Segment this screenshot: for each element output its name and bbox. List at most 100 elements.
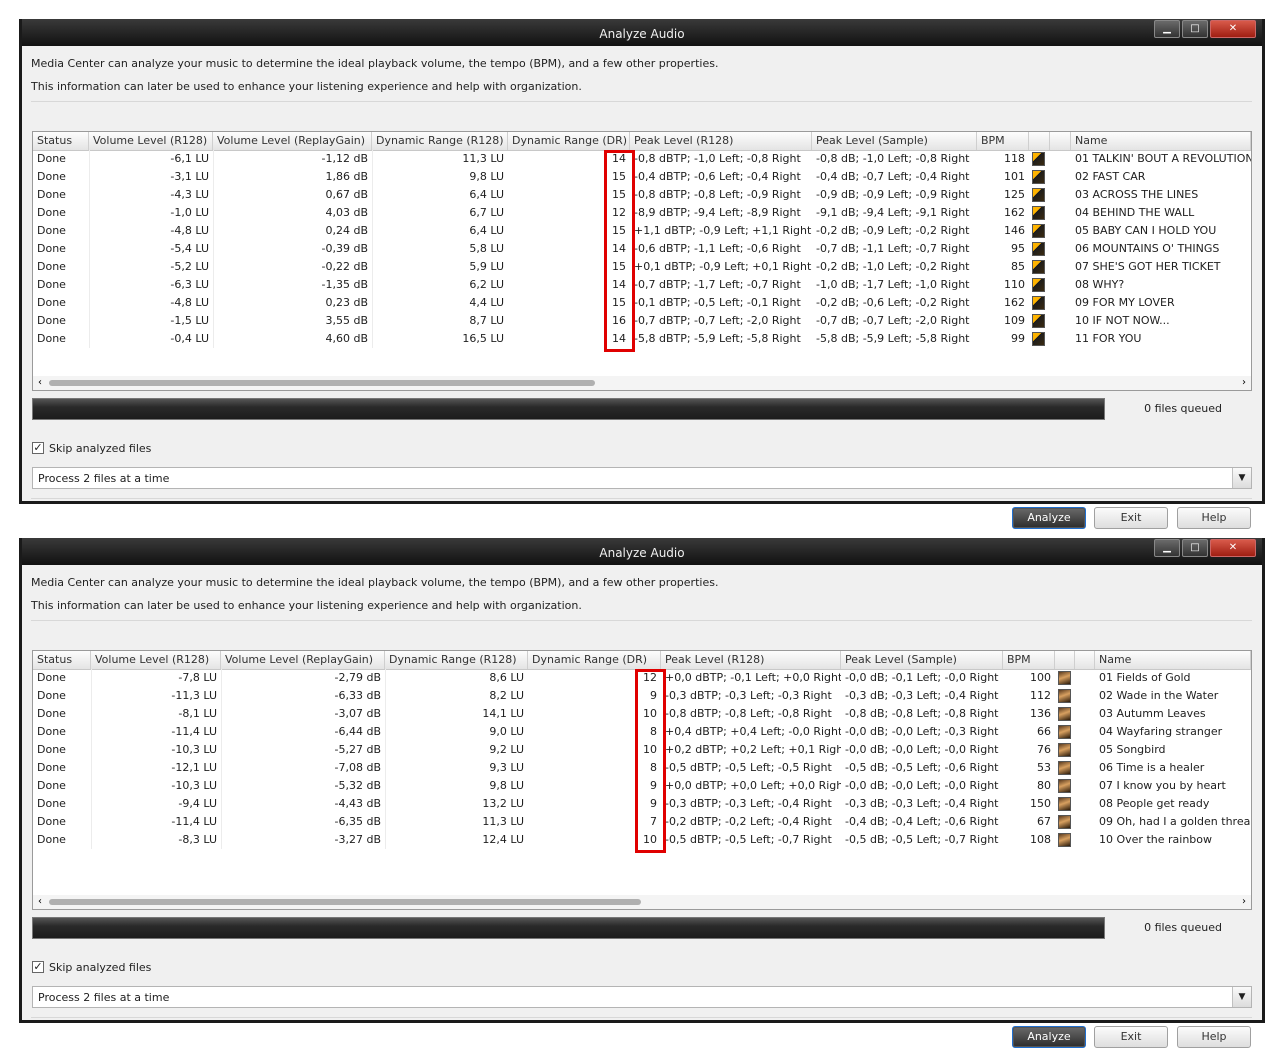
cell-volume-r128: -11,4 LU	[171, 815, 217, 828]
cell-volume-r128: -1,5 LU	[170, 314, 209, 327]
results-grid[interactable]: Status Volume Level (R128) Volume Level …	[32, 650, 1252, 910]
table-row[interactable]: Done -1,5 LU 3,55 dB 8,7 LU 16 -0,7 dBTP; -0,…	[33, 312, 1251, 330]
table-row[interactable]: Done -5,2 LU -0,22 dB 5,9 LU 15 +0,1 dBTP; -0…	[33, 258, 1251, 276]
exit-button[interactable]: Exit	[1094, 1026, 1168, 1048]
table-row[interactable]: Done -8,3 LU -3,27 dB 12,4 LU 10 -0,5 dBTP; -…	[33, 831, 1251, 849]
scroll-left-arrow[interactable]: ‹	[33, 895, 47, 909]
skip-analyzed-checkbox[interactable]: ✓	[32, 442, 44, 454]
table-row[interactable]: Done -0,4 LU 4,60 dB 16,5 LU 14 -5,8 dBTP; -5…	[33, 330, 1251, 348]
header-cover-art[interactable]	[1055, 651, 1075, 669]
exit-button[interactable]: Exit	[1094, 507, 1168, 529]
cell-name: 10 Over the rainbow	[1099, 833, 1212, 846]
album-art-icon	[1058, 725, 1071, 739]
header-peak-r128[interactable]: Peak Level (R128)	[630, 132, 812, 150]
cell-status: Done	[37, 725, 66, 738]
album-art-icon	[1032, 188, 1045, 202]
cell-name: 10 IF NOT NOW...	[1075, 314, 1170, 327]
cell-bpm: 66	[1037, 725, 1051, 738]
album-art-icon	[1032, 206, 1045, 220]
table-row[interactable]: Done -9,4 LU -4,43 dB 13,2 LU 9 -0,3 dBTP; -0…	[33, 795, 1251, 813]
cell-name: 01 TALKIN' BOUT A REVOLUTION	[1075, 152, 1251, 165]
cell-peak-sample: -0,5 dB; -0,5 Left; -0,6 Right	[845, 761, 999, 774]
minimize-button[interactable]: ▁	[1154, 539, 1180, 557]
table-row[interactable]: Done -4,8 LU 0,23 dB 4,4 LU 15 -0,1 dBTP; -0,…	[33, 294, 1251, 312]
table-row[interactable]: Done -10,3 LU -5,27 dB 9,2 LU 10 +0,2 dBTP; +…	[33, 741, 1251, 759]
close-button[interactable]: ✕	[1210, 20, 1256, 38]
analyze-button[interactable]: Analyze	[1012, 507, 1086, 529]
table-row[interactable]: Done -11,4 LU -6,35 dB 11,3 LU 7 -0,2 dBTP; -…	[33, 813, 1251, 831]
header-dynamic-range-r128[interactable]: Dynamic Range (R128)	[372, 132, 508, 150]
cell-volume-r128: -5,2 LU	[170, 260, 209, 273]
title-bar[interactable]: Analyze Audio ▁ □ ✕	[22, 538, 1262, 565]
process-files-select[interactable]: Process 2 files at a time ▼	[32, 467, 1252, 489]
scroll-right-arrow[interactable]: ›	[1237, 376, 1251, 390]
chevron-down-icon[interactable]: ▼	[1232, 987, 1251, 1007]
cell-peak-sample: -0,7 dB; -0,7 Left; -2,0 Right	[816, 314, 970, 327]
cell-status: Done	[37, 188, 66, 201]
header-volume-replaygain[interactable]: Volume Level (ReplayGain)	[213, 132, 372, 150]
maximize-button[interactable]: □	[1182, 539, 1208, 557]
header-peak-sample[interactable]: Peak Level (Sample)	[812, 132, 977, 150]
table-row[interactable]: Done -4,8 LU 0,24 dB 6,4 LU 15 +1,1 dBTP; -0,…	[33, 222, 1251, 240]
cell-dynamic-range-r128: 14,1 LU	[482, 707, 524, 720]
header-dynamic-range-r128[interactable]: Dynamic Range (R128)	[385, 651, 528, 669]
minimize-button[interactable]: ▁	[1154, 20, 1180, 38]
horizontal-scrollbar[interactable]: ‹ ›	[33, 376, 1251, 390]
title-bar[interactable]: Analyze Audio ▁ □ ✕	[22, 19, 1262, 46]
table-row[interactable]: Done -10,3 LU -5,32 dB 9,8 LU 9 +0,0 dBTP; +0…	[33, 777, 1251, 795]
cell-volume-r128: -1,0 LU	[170, 206, 209, 219]
cell-status: Done	[37, 278, 66, 291]
header-blank[interactable]	[1075, 651, 1095, 669]
header-bpm[interactable]: BPM	[977, 132, 1029, 150]
close-button[interactable]: ✕	[1210, 539, 1256, 557]
results-grid[interactable]: Status Volume Level (R128) Volume Level …	[32, 131, 1252, 391]
header-blank[interactable]	[1050, 132, 1071, 150]
table-row[interactable]: Done -6,1 LU -1,12 dB 11,3 LU 14 -0,8 dBTP; -…	[33, 150, 1251, 168]
maximize-button[interactable]: □	[1182, 20, 1208, 38]
analyze-button[interactable]: Analyze	[1012, 1026, 1086, 1048]
skip-analyzed-label[interactable]: Skip analyzed files	[49, 442, 151, 455]
header-dynamic-range-dr[interactable]: Dynamic Range (DR)	[508, 132, 630, 150]
header-status[interactable]: Status	[33, 132, 89, 150]
scroll-right-arrow[interactable]: ›	[1237, 895, 1251, 909]
scroll-left-arrow[interactable]: ‹	[33, 376, 47, 390]
process-files-select[interactable]: Process 2 files at a time ▼	[32, 986, 1252, 1008]
table-row[interactable]: Done -11,4 LU -6,44 dB 9,0 LU 8 +0,4 dBTP; +0…	[33, 723, 1251, 741]
header-volume-replaygain[interactable]: Volume Level (ReplayGain)	[221, 651, 385, 669]
help-button[interactable]: Help	[1177, 507, 1251, 529]
header-bpm[interactable]: BPM	[1003, 651, 1055, 669]
cell-peak-r128: -0,5 dBTP; -0,5 Left; -0,7 Right	[665, 833, 832, 846]
cell-dynamic-range-r128: 9,8 LU	[469, 170, 504, 183]
table-row[interactable]: Done -8,1 LU -3,07 dB 14,1 LU 10 -0,8 dBTP; -…	[33, 705, 1251, 723]
header-cover-art[interactable]	[1029, 132, 1050, 150]
album-art-icon	[1032, 278, 1045, 292]
chevron-down-icon[interactable]: ▼	[1232, 468, 1251, 488]
table-row[interactable]: Done -12,1 LU -7,08 dB 9,3 LU 8 -0,5 dBTP; -0…	[33, 759, 1251, 777]
cell-dynamic-range-dr: 10	[643, 833, 657, 846]
header-name[interactable]: Name	[1095, 651, 1251, 669]
scroll-thumb[interactable]	[49, 380, 595, 386]
cell-peak-sample: -0,2 dB; -1,0 Left; -0,2 Right	[816, 260, 970, 273]
table-row[interactable]: Done -6,3 LU -1,35 dB 6,2 LU 14 -0,7 dBTP; -1…	[33, 276, 1251, 294]
cell-volume-replaygain: 3,55 dB	[325, 314, 368, 327]
header-peak-sample[interactable]: Peak Level (Sample)	[841, 651, 1003, 669]
header-peak-r128[interactable]: Peak Level (R128)	[661, 651, 841, 669]
table-row[interactable]: Done -7,8 LU -2,79 dB 8,6 LU 12 +0,0 dBTP; -0…	[33, 669, 1251, 687]
header-name[interactable]: Name	[1071, 132, 1251, 150]
scroll-thumb[interactable]	[49, 899, 641, 905]
table-row[interactable]: Done -3,1 LU 1,86 dB 9,8 LU 15 -0,4 dBTP; -0,…	[33, 168, 1251, 186]
help-button[interactable]: Help	[1177, 1026, 1251, 1048]
header-dynamic-range-dr[interactable]: Dynamic Range (DR)	[528, 651, 661, 669]
table-row[interactable]: Done -1,0 LU 4,03 dB 6,7 LU 12 -8,9 dBTP; -9,…	[33, 204, 1251, 222]
album-art-icon	[1032, 152, 1045, 166]
table-row[interactable]: Done -5,4 LU -0,39 dB 5,8 LU 14 -0,6 dBTP; -1…	[33, 240, 1251, 258]
table-row[interactable]: Done -11,3 LU -6,33 dB 8,2 LU 9 -0,3 dBTP; -0…	[33, 687, 1251, 705]
horizontal-scrollbar[interactable]: ‹ ›	[33, 895, 1251, 909]
header-status[interactable]: Status	[33, 651, 91, 669]
table-row[interactable]: Done -4,3 LU 0,67 dB 6,4 LU 15 -0,8 dBTP; -0,…	[33, 186, 1251, 204]
skip-analyzed-label[interactable]: Skip analyzed files	[49, 961, 151, 974]
header-volume-r128[interactable]: Volume Level (R128)	[89, 132, 213, 150]
skip-analyzed-checkbox[interactable]: ✓	[32, 961, 44, 973]
window-title: Analyze Audio	[599, 546, 685, 560]
header-volume-r128[interactable]: Volume Level (R128)	[91, 651, 221, 669]
